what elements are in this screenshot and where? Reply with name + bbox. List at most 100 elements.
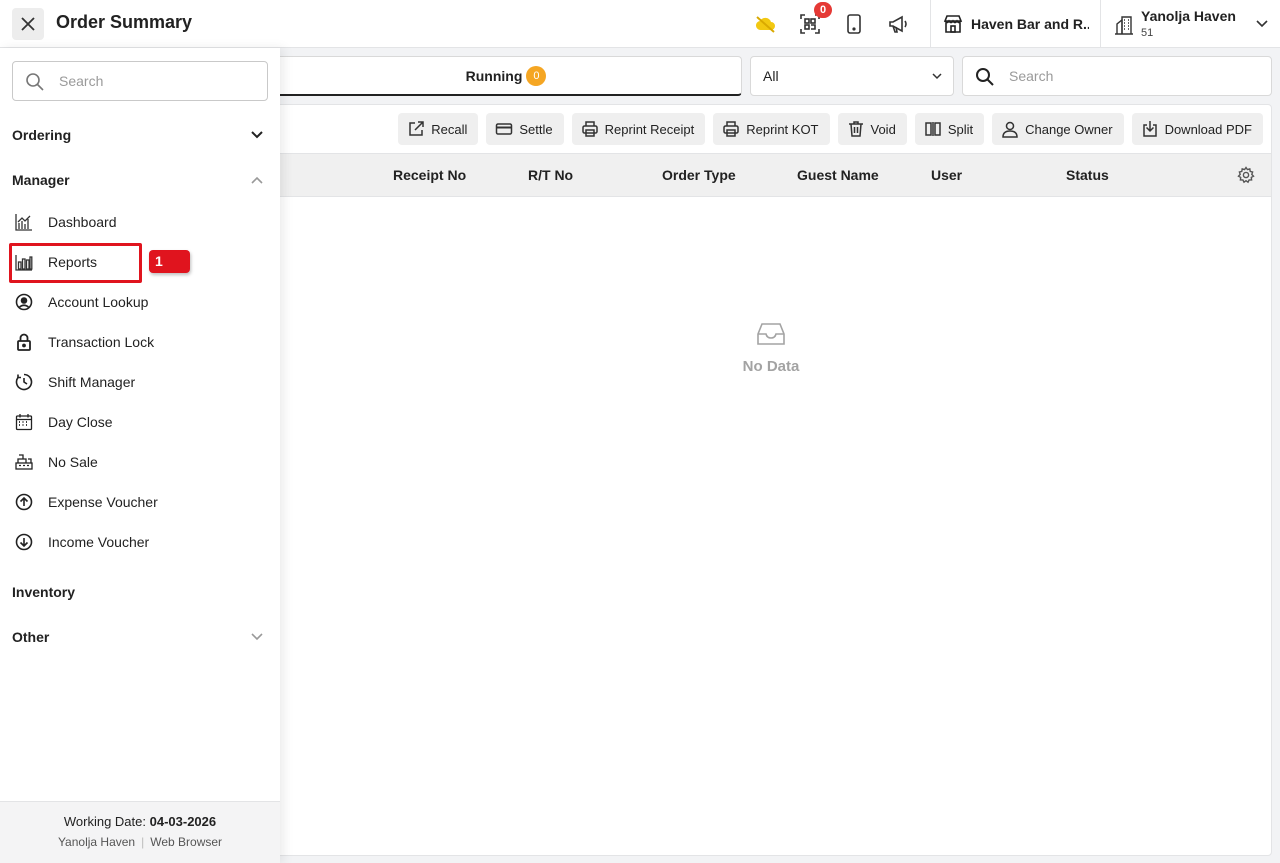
step-badge: 1 (149, 250, 190, 273)
section-other[interactable]: Other (12, 625, 268, 649)
sidebar-item-transaction-lock[interactable]: Transaction Lock (12, 326, 268, 358)
tab-running[interactable]: Running 0 (270, 56, 742, 96)
order-search-box (962, 56, 1272, 96)
sidebar-item-day-close[interactable]: Day Close (12, 406, 268, 438)
account-circle-icon (12, 290, 36, 314)
reprint-receipt-button[interactable]: Reprint Receipt (571, 113, 706, 145)
section-inventory[interactable]: Inventory (12, 580, 268, 604)
chevron-down-icon (1256, 20, 1268, 28)
user-menu-toggle[interactable] (1250, 12, 1274, 36)
megaphone-icon[interactable] (886, 12, 910, 36)
tab-label: Running (465, 67, 523, 84)
change-owner-button[interactable]: Change Owner (992, 113, 1124, 145)
section-label: Ordering (12, 127, 72, 143)
split-button[interactable]: Split (914, 113, 985, 145)
user-id: 51 (1141, 27, 1154, 39)
user-icon (1002, 121, 1018, 138)
sidebar-search-box (12, 61, 268, 101)
top-bar: Order Summary 0 Haven Bar and R... Yanol… (0, 0, 1280, 48)
section-manager[interactable]: Manager (12, 168, 268, 192)
sidebar-item-account-lookup[interactable]: Account Lookup (12, 286, 268, 318)
tab-count-badge: 0 (526, 65, 547, 86)
split-label: Split (947, 121, 974, 137)
page-title: Order Summary (56, 12, 193, 32)
section-label: Inventory (12, 584, 76, 600)
chevron-down-icon (251, 131, 263, 139)
sidebar-item-shift-manager[interactable]: Shift Manager (12, 366, 268, 398)
user-name[interactable]: Yanolja Haven (1141, 8, 1236, 24)
working-date-value: 04-03-2026 (149, 814, 217, 829)
sidebar-item-label: Dashboard (48, 214, 117, 230)
order-search-input[interactable] (1009, 65, 1259, 87)
sidebar-item-expense-voucher[interactable]: Expense Voucher (12, 486, 268, 518)
chevron-down-icon (932, 73, 942, 80)
arrow-up-circle-icon (12, 490, 36, 514)
sidebar-item-label: Shift Manager (48, 374, 136, 390)
action-toolbar: Recall Settle Reprint Receipt Reprint KO… (398, 113, 1263, 145)
order-filter-select[interactable]: All (750, 56, 954, 96)
column-status[interactable]: Status (1066, 167, 1109, 183)
external-link-icon (409, 121, 425, 136)
recall-button[interactable]: Recall (398, 113, 479, 145)
settle-button[interactable]: Settle (486, 113, 564, 145)
printer-icon (581, 121, 598, 137)
sidebar-search-input[interactable] (59, 70, 255, 92)
gear-icon[interactable] (1237, 166, 1255, 184)
tablet-icon[interactable] (842, 12, 866, 36)
outlet-name[interactable]: Haven Bar and R... (971, 16, 1089, 32)
sidebar-item-label: Day Close (48, 414, 113, 430)
store-icon[interactable] (941, 12, 965, 36)
cash-register-icon (12, 450, 36, 474)
empty-state: No Data (271, 321, 1271, 375)
divider (1100, 0, 1101, 48)
arrow-down-circle-icon (12, 530, 36, 554)
download-pdf-label: Download PDF (1164, 121, 1252, 137)
download-pdf-button[interactable]: Download PDF (1131, 113, 1263, 145)
table-header: Receipt No R/T No Order Type Guest Name … (271, 153, 1271, 197)
cloud-off-icon[interactable] (754, 12, 778, 36)
column-guest-name[interactable]: Guest Name (797, 167, 879, 183)
chevron-up-icon (251, 176, 263, 184)
search-icon (976, 68, 994, 86)
settle-label: Settle (519, 121, 553, 137)
drawer-footer: Working Date: 04-03-2026 Yanolja Haven | W… (0, 801, 280, 863)
reprint-kot-label: Reprint KOT (746, 121, 819, 137)
close-button[interactable] (12, 8, 44, 40)
column-order-type[interactable]: Order Type (662, 167, 736, 183)
section-label: Manager (12, 172, 70, 188)
sidebar-drawer: Ordering Manager Dashboard Reports Accou… (0, 48, 280, 863)
void-button[interactable]: Void (837, 113, 907, 145)
section-label: Other (12, 629, 50, 645)
sidebar-item-reports[interactable]: Reports (12, 246, 268, 278)
reprint-kot-button[interactable]: Reprint KOT (713, 113, 830, 145)
sidebar-item-label: Income Voucher (48, 534, 150, 550)
sidebar-item-no-sale[interactable]: No Sale (12, 446, 268, 478)
sidebar-item-dashboard[interactable]: Dashboard (12, 206, 268, 238)
divider (930, 0, 931, 48)
chevron-down-icon (251, 633, 263, 641)
column-receipt-no[interactable]: Receipt No (393, 167, 466, 183)
reprint-receipt-label: Reprint Receipt (604, 121, 695, 137)
footer-separator: | (141, 835, 145, 849)
printer-icon (723, 121, 739, 137)
sidebar-item-income-voucher[interactable]: Income Voucher (12, 526, 268, 558)
building-icon (1112, 13, 1136, 37)
close-icon (21, 17, 35, 31)
working-date-label: Working Date: (63, 814, 146, 829)
sidebar-item-label: Expense Voucher (48, 494, 158, 510)
card-icon (496, 123, 513, 135)
sidebar-item-label: Account Lookup (48, 294, 149, 310)
column-user[interactable]: User (931, 167, 962, 183)
column-rt-no[interactable]: R/T No (528, 167, 573, 183)
recall-label: Recall (431, 121, 468, 137)
footer-platform: Web Browser (150, 835, 223, 849)
bar-chart-icon (12, 250, 36, 274)
section-ordering[interactable]: Ordering (12, 123, 268, 147)
timer-icon (12, 370, 36, 394)
sidebar-item-label: Reports (48, 254, 98, 270)
inbox-icon (757, 323, 785, 345)
lock-icon (12, 330, 36, 354)
footer-meta: Yanolja Haven | Web Browser (0, 835, 280, 849)
calendar-icon (12, 410, 36, 434)
sidebar-item-label: Transaction Lock (48, 334, 155, 350)
